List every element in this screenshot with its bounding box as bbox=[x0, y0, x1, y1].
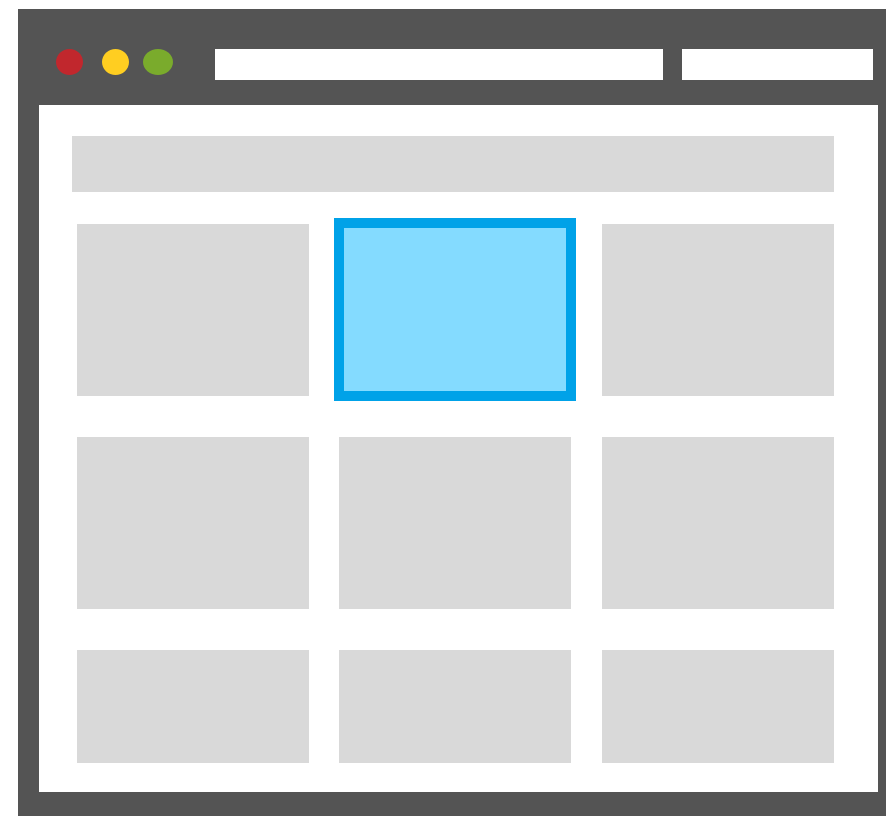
grid-tile-r2-c3[interactable] bbox=[602, 437, 834, 609]
address-bar-input[interactable] bbox=[215, 49, 663, 80]
maximize-window-button[interactable] bbox=[143, 49, 173, 75]
grid-tile-r3-c2[interactable] bbox=[339, 650, 571, 763]
grid-tile-r3-c3[interactable] bbox=[602, 650, 834, 763]
grid-tile-r1-c2-selected[interactable] bbox=[334, 218, 576, 401]
minimize-window-button[interactable] bbox=[102, 49, 129, 75]
grid-tile-r1-c3[interactable] bbox=[602, 224, 834, 396]
close-window-button[interactable] bbox=[56, 49, 83, 75]
grid-tile-r2-c2[interactable] bbox=[339, 437, 571, 609]
search-input[interactable] bbox=[682, 49, 873, 80]
grid-tile-r3-c1[interactable] bbox=[77, 650, 309, 763]
grid-tile-r1-c1[interactable] bbox=[77, 224, 309, 396]
grid-tile-r2-c1[interactable] bbox=[77, 437, 309, 609]
header-banner-placeholder bbox=[72, 136, 834, 192]
